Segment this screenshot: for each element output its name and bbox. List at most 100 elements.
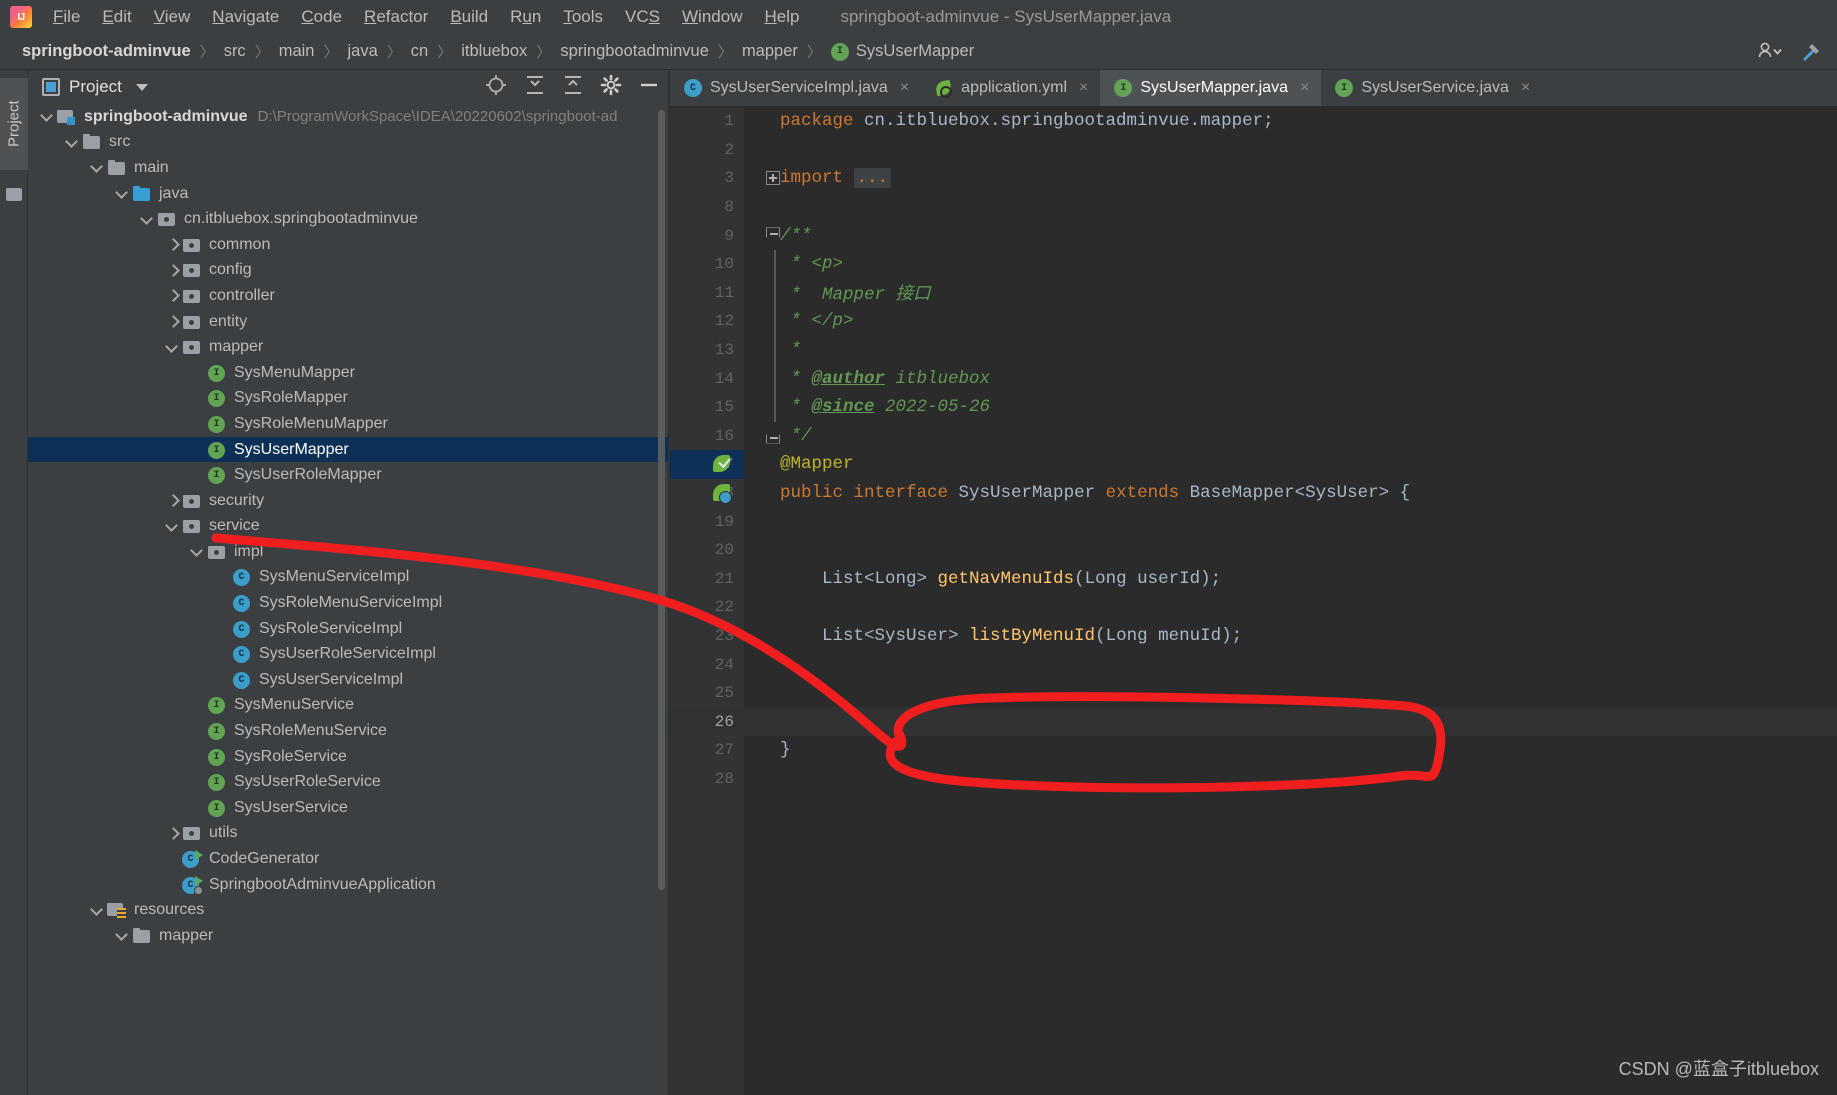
tree-node-sysmenuserviceimpl[interactable]: SysMenuServiceImpl: [28, 565, 668, 591]
breadcrumb-item-springboot-adminvue[interactable]: springboot-adminvue: [22, 42, 191, 61]
chevron-down-icon[interactable]: [165, 519, 180, 534]
fold-gutter-cell[interactable]: [744, 307, 776, 336]
chevron-right-icon[interactable]: [165, 288, 180, 303]
menu-item-edit[interactable]: Edit: [91, 4, 142, 30]
tree-node-sysmenuservice[interactable]: SysMenuService: [28, 693, 668, 719]
fold-gutter-cell[interactable]: [744, 221, 780, 250]
tree-node-entity[interactable]: entity: [28, 309, 668, 335]
breadcrumb-item-src[interactable]: src: [224, 42, 246, 61]
fold-gutter-cell[interactable]: [744, 736, 776, 765]
user-access-icon[interactable]: [1757, 41, 1783, 63]
close-icon[interactable]: ×: [1300, 80, 1309, 96]
menu-item-file[interactable]: File: [42, 4, 91, 30]
code-line-10[interactable]: 10 * <p>: [670, 249, 1837, 279]
code-line-8[interactable]: 8: [670, 193, 1837, 222]
menu-item-build[interactable]: Build: [439, 4, 499, 30]
fold-gutter-cell[interactable]: [744, 707, 776, 736]
breadcrumb-item-mapper[interactable]: mapper: [742, 42, 798, 61]
locate-in-tree-icon[interactable]: [484, 73, 508, 102]
tree-node-sysuserroleservice[interactable]: SysUserRoleService: [28, 769, 668, 795]
fold-gutter-cell[interactable]: [744, 193, 776, 222]
close-icon[interactable]: ×: [1521, 80, 1530, 96]
tree-node-sysrolemenumapper[interactable]: SysRoleMenuMapper: [28, 411, 668, 437]
fold-gutter-cell[interactable]: [744, 765, 776, 794]
tree-node-mapper[interactable]: mapper: [28, 334, 668, 360]
tree-node-springboot-adminvue[interactable]: springboot-adminvue D:\ProgramWorkSpace\I…: [28, 104, 668, 130]
code-line-21[interactable]: 21 List<Long> getNavMenuIds (Long userId)…: [670, 565, 1837, 594]
tree-node-src[interactable]: src: [28, 130, 668, 156]
chevron-down-icon[interactable]: [115, 186, 130, 201]
gutter-icon-cell[interactable]: [706, 479, 738, 508]
fold-collapse-end-icon[interactable]: [766, 429, 780, 444]
code-line-1[interactable]: 1 package cn.itbluebox.springbootadminvue…: [670, 107, 1837, 136]
menu-item-vcs[interactable]: VCS: [614, 4, 671, 30]
tree-node-codegenerator[interactable]: CodeGenerator: [28, 846, 668, 872]
tree-node-controller[interactable]: controller: [28, 283, 668, 309]
chevron-right-icon[interactable]: [165, 263, 180, 278]
menu-item-code[interactable]: Code: [290, 4, 353, 30]
tree-node-sysrolemenuserviceimpl[interactable]: SysRoleMenuServiceImpl: [28, 590, 668, 616]
code-editor[interactable]: 1 package cn.itbluebox.springbootadminvue…: [670, 107, 1837, 1095]
tree-node-sysroleservice[interactable]: SysRoleService: [28, 744, 668, 770]
tree-node-utils[interactable]: utils: [28, 821, 668, 847]
tree-node-common[interactable]: common: [28, 232, 668, 258]
tree-node-springbootadminvueapplication[interactable]: SpringbootAdminvueApplication: [28, 872, 668, 898]
menu-item-view[interactable]: View: [143, 4, 202, 30]
chevron-down-icon[interactable]: [65, 135, 80, 150]
structure-icon[interactable]: [6, 188, 22, 201]
spring-mapper-gutter-icon[interactable]: [712, 454, 732, 474]
tree-node-sysuserservice[interactable]: SysUserService: [28, 795, 668, 821]
tool-window-button-project[interactable]: Project: [0, 78, 28, 170]
editor-tab-application-yml[interactable]: application.yml ×: [921, 70, 1100, 106]
tree-node-java[interactable]: java: [28, 181, 668, 207]
spring-bean-gutter-icon[interactable]: [712, 483, 732, 504]
menu-item-help[interactable]: Help: [753, 4, 810, 30]
menu-item-refactor[interactable]: Refactor: [353, 4, 439, 30]
settings-gear-icon[interactable]: [600, 74, 622, 101]
code-line-13[interactable]: 13 *: [670, 335, 1837, 365]
tree-node-resources[interactable]: resources: [28, 897, 668, 923]
fold-gutter-cell[interactable]: [744, 278, 776, 308]
code-line-12[interactable]: 12 * </p>: [670, 307, 1837, 336]
breadcrumb-item-springbootadminvue[interactable]: springbootadminvue: [560, 42, 709, 61]
fold-gutter-cell[interactable]: [744, 507, 776, 536]
tree-node-security[interactable]: security: [28, 488, 668, 514]
close-icon[interactable]: ×: [900, 80, 909, 96]
fold-gutter-cell[interactable]: [744, 364, 776, 393]
code-line-23[interactable]: 23 List<SysUser> listByMenuId (Long menuI…: [670, 622, 1837, 651]
menu-item-tools[interactable]: Tools: [552, 4, 614, 30]
code-lines[interactable]: 1 package cn.itbluebox.springbootadminvue…: [670, 107, 1837, 1095]
tree-node-service[interactable]: service: [28, 514, 668, 540]
breadcrumb-item-cn[interactable]: cn: [411, 42, 428, 61]
breadcrumb-item-main[interactable]: main: [279, 42, 315, 61]
tree-node-sysrolemenuservice[interactable]: SysRoleMenuService: [28, 718, 668, 744]
chevron-right-icon[interactable]: [165, 314, 180, 329]
fold-gutter-cell[interactable]: [744, 565, 776, 594]
expand-all-icon[interactable]: [524, 74, 546, 101]
chevron-down-icon[interactable]: [90, 903, 105, 918]
tree-node-sysmenumapper[interactable]: SysMenuMapper: [28, 360, 668, 386]
fold-gutter-cell[interactable]: [744, 536, 776, 565]
code-line-15[interactable]: 15 * @since 2022-05-26: [670, 392, 1837, 422]
menu-item-navigate[interactable]: Navigate: [201, 4, 290, 30]
breadcrumb-item-sysusermapper[interactable]: SysUserMapper: [830, 42, 974, 61]
editor-tab-sysusermapper-java[interactable]: SysUserMapper.java ×: [1100, 70, 1322, 106]
fold-gutter-cell[interactable]: [744, 479, 776, 508]
tree-node-sysroleserviceimpl[interactable]: SysRoleServiceImpl: [28, 616, 668, 642]
fold-expand-icon[interactable]: [766, 171, 780, 186]
fold-collapse-start-icon[interactable]: [766, 227, 780, 244]
code-line-25[interactable]: 25: [670, 679, 1837, 708]
hide-panel-icon[interactable]: [638, 74, 660, 101]
tree-node-sysuserroleserviceimpl[interactable]: SysUserRoleServiceImpl: [28, 641, 668, 667]
chevron-down-icon[interactable]: [140, 212, 155, 227]
hammer-build-icon[interactable]: [1799, 41, 1825, 63]
fold-gutter-cell[interactable]: [744, 450, 776, 479]
fold-gutter-cell[interactable]: [744, 107, 776, 136]
code-line-16[interactable]: 16 */: [670, 422, 1837, 451]
chevron-right-icon[interactable]: [165, 826, 180, 841]
fold-gutter-cell[interactable]: [744, 164, 780, 193]
fold-gutter-cell[interactable]: [744, 249, 776, 279]
chevron-down-icon[interactable]: [90, 160, 105, 175]
chevron-down-icon[interactable]: [190, 544, 205, 559]
chevron-right-icon[interactable]: [165, 493, 180, 508]
